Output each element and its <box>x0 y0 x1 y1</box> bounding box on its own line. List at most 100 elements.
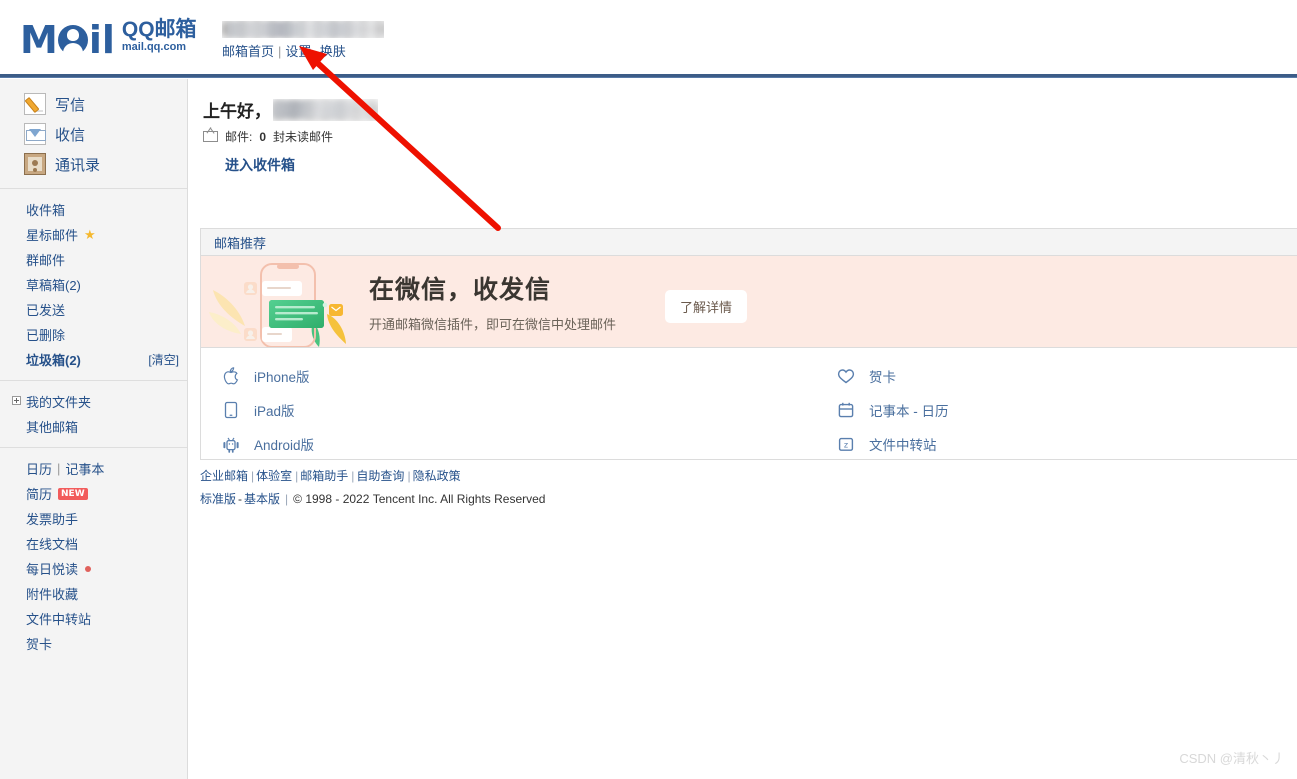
sidebar-item-compose[interactable]: 写信 <box>0 89 187 119</box>
app-link-label: 贺卡 <box>869 370 896 385</box>
footer-link-mail-assistant[interactable]: 邮箱助手 <box>300 469 348 483</box>
app-link-label: Android版 <box>254 438 315 453</box>
app-link-iphone[interactable]: iPhone版 <box>221 359 314 393</box>
app-label: 发票助手 <box>26 512 79 527</box>
app-link-label: 记事本 - 日历 <box>869 404 949 419</box>
sidebar-app-daily-reading[interactable]: 每日悦读 <box>0 556 187 581</box>
link-mail-home[interactable]: 邮箱首页 <box>222 44 274 59</box>
footer-copy-bar: | <box>285 492 289 506</box>
recommend-panel: 邮箱推荐 在微信，收发信 开通邮箱微信插件，即可在微信中处理邮件 了解详情 iP… <box>200 228 1297 460</box>
sidebar-app-online-docs[interactable]: 在线文档 <box>0 531 187 556</box>
sidebar-group-my-folders[interactable]: 我的文件夹 <box>0 389 187 414</box>
sidebar-app-attachment-favorites[interactable]: 附件收藏 <box>0 581 187 606</box>
sidebar-app-invoice-assistant[interactable]: 发票助手 <box>0 506 187 531</box>
app-link-android[interactable]: Android版 <box>221 427 314 461</box>
sidebar-app-file-transfer[interactable]: 文件中转站 <box>0 606 187 631</box>
folder-label: 已删除 <box>26 328 66 343</box>
footer-version-standard[interactable]: 标准版 <box>200 492 236 506</box>
header-link-separator: | <box>278 44 282 59</box>
sidebar-app-calendar-notes[interactable]: 日历 | 记事本 <box>0 456 187 481</box>
folder-label: 群邮件 <box>26 253 66 268</box>
logo-letters-il: il <box>88 18 115 62</box>
main-content: 上午好， ███████ 邮件: 0 封未读邮件 进入收件箱 邮箱推荐 在微信，… <box>189 79 1297 779</box>
svg-text:z: z <box>844 440 848 449</box>
footer-link-privacy-policy[interactable]: 隐私政策 <box>413 469 461 483</box>
compose-pencil-icon <box>24 93 46 115</box>
app-link-label: 文件中转站 <box>869 438 937 453</box>
sidebar-folder-groups: 我的文件夹 其他邮箱 <box>0 381 187 447</box>
app-link-greeting-card[interactable]: 贺卡 <box>836 359 949 393</box>
sidebar-folder-list: 收件箱 星标邮件 ★ 群邮件 草稿箱(2) 已发送 已删除 垃圾箱(2) [清空… <box>0 189 187 380</box>
sidebar-folder-spam[interactable]: 垃圾箱(2) [清空] <box>0 347 187 372</box>
logo-letter-m: M <box>20 18 58 62</box>
folder-label: 星标邮件 <box>26 228 79 243</box>
logo-brand-block: QQ邮箱 mail.qq.com <box>122 19 197 55</box>
sidebar-item-contacts[interactable]: 通讯录 <box>0 149 187 179</box>
android-icon <box>221 434 241 454</box>
footer: 企业邮箱 | 体验室 | 邮箱助手 | 自助查询 | 隐私政策 标准版 - 基本版 | © 1998 -… <box>200 467 545 507</box>
wechat-promo-banner[interactable]: 在微信，收发信 开通邮箱微信插件，即可在微信中处理邮件 了解详情 <box>201 256 1297 347</box>
greeting-name-redacted: ███████ <box>273 99 378 121</box>
learn-more-button[interactable]: 了解详情 <box>665 290 748 323</box>
sidebar-app-greeting-card[interactable]: 贺卡 <box>0 631 187 656</box>
folder-label: 垃圾箱(2) <box>26 353 81 368</box>
top-header: M il QQ邮箱 mail.qq.com ████████████ 邮箱首页 |… <box>0 0 1297 74</box>
mail-status: 邮件: 0 封未读邮件 <box>203 128 378 145</box>
footer-link-enterprise-mail[interactable]: 企业邮箱 <box>200 469 248 483</box>
enter-inbox-link[interactable]: 进入收件箱 <box>225 155 295 175</box>
copyright-text: © 1998 - 2022 Tencent Inc. All Rights Re… <box>293 492 546 506</box>
footer-separator: | <box>407 469 411 483</box>
app-link-notes-calendar[interactable]: 记事本 - 日历 <box>836 393 949 427</box>
app-link-file-transfer[interactable]: z 文件中转站 <box>836 427 949 461</box>
group-label: 我的文件夹 <box>26 395 92 410</box>
sidebar-group-other-mailboxes[interactable]: 其他邮箱 <box>0 414 187 439</box>
sidebar-folder-group-mail[interactable]: 群邮件 <box>0 247 187 272</box>
logo-wordmark: M il <box>20 18 115 62</box>
app-label: 每日悦读 <box>26 562 79 577</box>
footer-link-self-service[interactable]: 自助查询 <box>356 469 404 483</box>
link-change-skin[interactable]: 换肤 <box>320 44 346 59</box>
sidebar-app-resume[interactable]: 简历 NEW <box>0 481 187 506</box>
new-badge: NEW <box>58 487 88 500</box>
app-label: 文件中转站 <box>26 612 92 627</box>
header-divider-bar <box>0 74 1297 78</box>
logo-brand-url: mail.qq.com <box>121 41 187 53</box>
footer-version-dash: - <box>238 492 243 506</box>
sidebar-folder-deleted[interactable]: 已删除 <box>0 322 187 347</box>
promo-subtitle: 开通邮箱微信插件，即可在微信中处理邮件 <box>369 317 617 332</box>
calendar-icon <box>836 400 856 420</box>
qq-mail-logo[interactable]: M il QQ邮箱 mail.qq.com <box>20 18 197 62</box>
app-link-label: iPad版 <box>254 404 295 419</box>
footer-version-basic[interactable]: 基本版 <box>244 492 280 506</box>
sidebar-item-receive[interactable]: 收信 <box>0 119 187 149</box>
app-link-ipad[interactable]: iPad版 <box>221 393 314 427</box>
footer-link-lab[interactable]: 体验室 <box>256 469 292 483</box>
footer-separator: | <box>351 469 355 483</box>
folder-label: 已发送 <box>26 303 66 318</box>
header-link-dash: - <box>313 44 318 59</box>
heart-icon <box>836 366 856 386</box>
app-label: 在线文档 <box>26 537 79 552</box>
clear-spam-link[interactable]: [清空] <box>148 351 179 368</box>
greeting-text: 上午好， <box>203 102 271 121</box>
logo-brand-name: QQ邮箱 <box>121 18 197 41</box>
folder-label: 收件箱 <box>26 203 66 218</box>
sidebar-folder-drafts[interactable]: 草稿箱(2) <box>0 272 187 297</box>
star-icon: ★ <box>84 226 96 242</box>
notification-dot-icon <box>85 565 92 572</box>
expand-plus-icon[interactable] <box>12 396 21 405</box>
recommend-panel-header: 邮箱推荐 <box>201 229 1297 256</box>
greeting-line: 上午好， ███████ <box>203 97 378 122</box>
footer-separator: | <box>295 469 299 483</box>
app-label-notes[interactable]: 记事本 <box>65 459 104 478</box>
contacts-person-icon <box>24 153 46 175</box>
sidebar-folder-starred[interactable]: 星标邮件 ★ <box>0 222 187 247</box>
sidebar-folder-inbox[interactable]: 收件箱 <box>0 197 187 222</box>
link-settings[interactable]: 设置 <box>285 44 311 59</box>
envelope-receive-icon <box>24 123 46 145</box>
app-label-calendar[interactable]: 日历 <box>26 459 52 478</box>
mail-status-suffix: 封未读邮件 <box>273 130 334 144</box>
sidebar-folder-sent[interactable]: 已发送 <box>0 297 187 322</box>
tablet-icon <box>221 400 241 420</box>
sidebar-item-label: 写信 <box>55 96 86 114</box>
